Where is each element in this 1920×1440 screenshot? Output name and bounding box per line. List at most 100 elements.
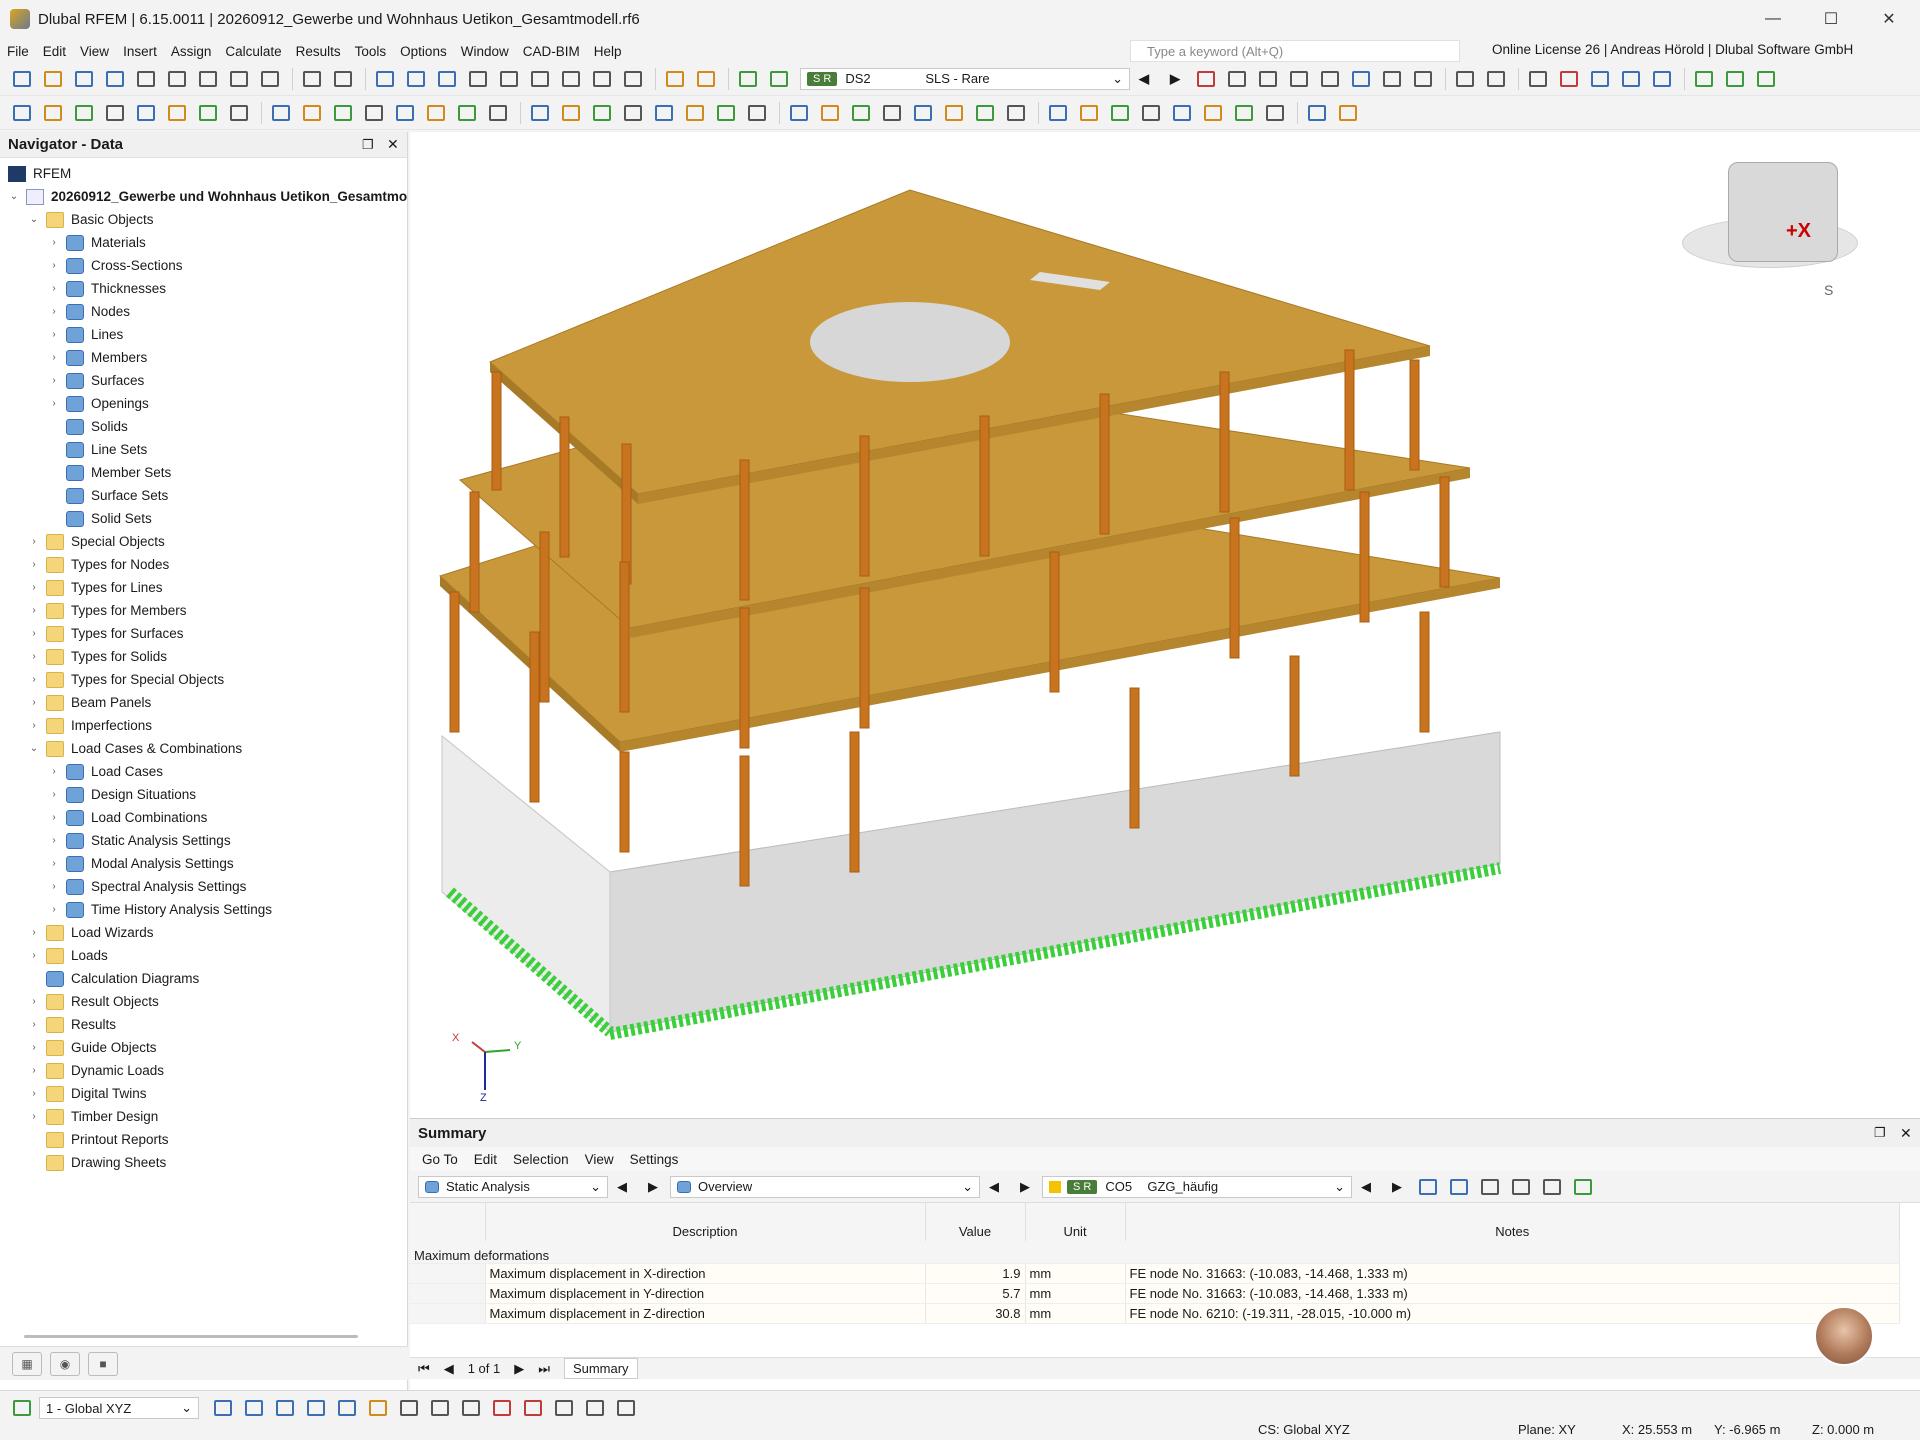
chevron-right-icon[interactable]: › bbox=[48, 283, 60, 294]
3d-view-icon[interactable] bbox=[1586, 66, 1614, 92]
new-file-icon[interactable] bbox=[8, 66, 36, 92]
save-icon[interactable] bbox=[163, 66, 191, 92]
chevron-right-icon[interactable]: › bbox=[28, 628, 40, 639]
minimize-button[interactable]: — bbox=[1744, 0, 1802, 38]
print-icon[interactable] bbox=[194, 66, 222, 92]
menu-tools[interactable]: Tools bbox=[348, 44, 394, 59]
iso-view-icon[interactable] bbox=[1648, 66, 1676, 92]
visibility-icon[interactable] bbox=[1476, 1174, 1504, 1200]
mirror-icon[interactable] bbox=[650, 100, 678, 126]
navigation-cube[interactable] bbox=[1728, 162, 1838, 262]
tree-item[interactable]: › Types for Nodes bbox=[0, 553, 408, 576]
chevron-right-icon[interactable]: › bbox=[28, 1088, 40, 1099]
menu-calculate[interactable]: Calculate bbox=[218, 44, 288, 59]
layers-icon[interactable] bbox=[1303, 100, 1331, 126]
table-settings-icon[interactable] bbox=[1538, 1174, 1566, 1200]
column-header[interactable]: Unit bbox=[1025, 1203, 1126, 1241]
menu-cad-bim[interactable]: CAD-BIM bbox=[516, 44, 587, 59]
undo-icon[interactable] bbox=[298, 66, 326, 92]
chevron-right-icon[interactable]: › bbox=[48, 812, 60, 823]
menu-insert[interactable]: Insert bbox=[116, 44, 164, 59]
coordinate-system-icon[interactable] bbox=[8, 1395, 36, 1421]
workplane-icon[interactable] bbox=[1075, 100, 1103, 126]
views-tab-icon[interactable]: ■ bbox=[88, 1351, 118, 1376]
display-tab-icon[interactable]: ◉ bbox=[50, 1351, 80, 1376]
menu-edit[interactable]: Edit bbox=[36, 44, 73, 59]
tree-item[interactable]: › Lines bbox=[0, 323, 408, 346]
new-member-icon[interactable] bbox=[70, 100, 98, 126]
display-icon[interactable] bbox=[1316, 66, 1344, 92]
view-icon[interactable] bbox=[1254, 66, 1282, 92]
text-label-icon[interactable] bbox=[692, 66, 720, 92]
extrude-icon[interactable] bbox=[785, 100, 813, 126]
extend-icon[interactable] bbox=[847, 100, 875, 126]
intersect-icon[interactable] bbox=[550, 1395, 578, 1421]
next-arrow-icon[interactable]: ▶ bbox=[1383, 1174, 1411, 1200]
data-tab-icon[interactable]: ▦ bbox=[12, 1351, 42, 1376]
menu-window[interactable]: Window bbox=[454, 44, 516, 59]
summary-menu-goto[interactable]: Go To bbox=[414, 1152, 466, 1167]
tree-item[interactable]: › Openings bbox=[0, 392, 408, 415]
nodal-support-icon[interactable] bbox=[194, 100, 222, 126]
tree-item[interactable]: › Timber Design bbox=[0, 1105, 408, 1128]
tree-item[interactable]: › Dynamic Loads bbox=[0, 1059, 408, 1082]
cross-icon[interactable] bbox=[612, 1395, 640, 1421]
front-view-icon[interactable] bbox=[1617, 66, 1645, 92]
notes-icon[interactable] bbox=[256, 66, 284, 92]
tree-item[interactable]: › Types for Surfaces bbox=[0, 622, 408, 645]
next-arrow-icon[interactable]: ▶ bbox=[1011, 1174, 1039, 1200]
chevron-right-icon[interactable]: › bbox=[28, 559, 40, 570]
snap-icon[interactable] bbox=[1044, 100, 1072, 126]
stack-icon[interactable] bbox=[1334, 100, 1362, 126]
tree-item[interactable]: › Design Situations bbox=[0, 783, 408, 806]
lock-icon[interactable] bbox=[426, 1395, 454, 1421]
horizontal-scrollbar[interactable] bbox=[24, 1335, 358, 1338]
tree-item[interactable]: › Cross-Sections bbox=[0, 254, 408, 277]
load-icon[interactable] bbox=[360, 100, 388, 126]
tree-item[interactable]: Member Sets bbox=[0, 461, 408, 484]
render-icon[interactable] bbox=[619, 66, 647, 92]
coordinate-system-select[interactable]: 1 - Global XYZ ⌄ bbox=[39, 1397, 199, 1419]
imposed-load-icon[interactable] bbox=[484, 100, 512, 126]
chevron-right-icon[interactable]: › bbox=[28, 697, 40, 708]
redo-icon[interactable] bbox=[329, 66, 357, 92]
tree-item[interactable]: › Loads bbox=[0, 944, 408, 967]
visual-icon[interactable] bbox=[1168, 100, 1196, 126]
tree-item[interactable]: › Surfaces bbox=[0, 369, 408, 392]
arc-tool-icon[interactable] bbox=[519, 1395, 547, 1421]
copy-icon[interactable] bbox=[588, 100, 616, 126]
new-solid-icon[interactable] bbox=[163, 100, 191, 126]
tree-item[interactable]: › Members bbox=[0, 346, 408, 369]
tree-item[interactable]: › Types for Special Objects bbox=[0, 668, 408, 691]
tree-item[interactable]: Drawing Sheets bbox=[0, 1151, 408, 1174]
offset-icon[interactable] bbox=[878, 100, 906, 126]
cloud-icon[interactable] bbox=[70, 66, 98, 92]
chevron-right-icon[interactable]: › bbox=[28, 1019, 40, 1030]
chevron-right-icon[interactable]: › bbox=[48, 904, 60, 915]
next-arrow-icon[interactable]: ▶ bbox=[1161, 66, 1189, 92]
chevron-down-icon[interactable]: ⌄ bbox=[28, 214, 40, 225]
section-icon[interactable] bbox=[329, 100, 357, 126]
tab-summary[interactable]: Summary bbox=[563, 1358, 638, 1379]
tree-item[interactable]: Solid Sets bbox=[0, 507, 408, 530]
project-icon[interactable] bbox=[909, 100, 937, 126]
panel-icon[interactable] bbox=[464, 66, 492, 92]
chevron-right-icon[interactable]: › bbox=[48, 858, 60, 869]
menu-file[interactable]: File bbox=[0, 44, 36, 59]
tree-item[interactable]: › Thicknesses bbox=[0, 277, 408, 300]
chevron-right-icon[interactable]: › bbox=[28, 1111, 40, 1122]
render-icon[interactable] bbox=[1261, 100, 1289, 126]
column-header[interactable]: Description bbox=[485, 1203, 926, 1241]
values-icon[interactable] bbox=[1285, 66, 1313, 92]
previous-arrow-icon[interactable]: ◀ bbox=[1130, 66, 1158, 92]
object-snap-icon[interactable] bbox=[271, 1395, 299, 1421]
previous-arrow-icon[interactable]: ◀ bbox=[1352, 1174, 1380, 1200]
tree-item[interactable]: › Static Analysis Settings bbox=[0, 829, 408, 852]
chevron-right-icon[interactable]: › bbox=[48, 260, 60, 271]
results-ds-icon[interactable] bbox=[765, 66, 793, 92]
model-viewport[interactable]: +X S X Y Z bbox=[410, 132, 1920, 1118]
table-row[interactable]: Maximum displacement in Z-direction 30.8… bbox=[410, 1303, 1900, 1324]
result-view-select[interactable]: Overview ⌄ bbox=[670, 1175, 980, 1198]
draw-icon[interactable] bbox=[661, 66, 689, 92]
tree-item[interactable]: Solids bbox=[0, 415, 408, 438]
